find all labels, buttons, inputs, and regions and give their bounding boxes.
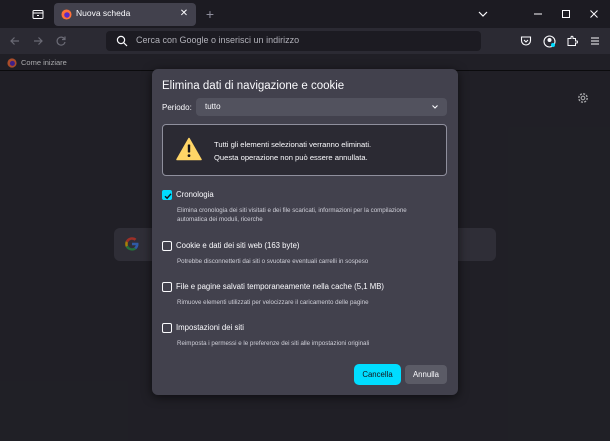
clear-button[interactable]: Cancella: [355, 365, 400, 384]
warning-message: Tutti gli elementi selezionati verranno …: [162, 124, 447, 176]
back-button[interactable]: [7, 33, 23, 49]
warning-line-1: Tutti gli elementi selezionati verranno …: [214, 140, 372, 149]
arrow-right-icon: [34, 37, 43, 45]
forward-button[interactable]: [30, 33, 46, 49]
cookies-checkbox[interactable]: [162, 241, 172, 251]
reload-icon: [56, 36, 66, 46]
history-label: Cronologia: [176, 190, 214, 199]
history-description: Elimina cronologia dei siti visitati e d…: [177, 207, 407, 223]
hamburger-menu-icon: [591, 37, 599, 45]
new-tab-button[interactable]: +: [201, 5, 219, 23]
minimize-icon: [534, 13, 542, 15]
period-select[interactable]: tutto: [196, 98, 447, 116]
cache-description: Rimuove elementi utilizzati per velocizz…: [177, 299, 369, 306]
close-icon: [590, 10, 598, 18]
reload-button[interactable]: [53, 33, 69, 49]
checkmark-icon: [164, 193, 172, 200]
close-window-button[interactable]: [584, 4, 604, 24]
maximize-button[interactable]: [556, 4, 576, 24]
firefox-view-icon: [32, 10, 44, 19]
period-value: tutto: [205, 102, 221, 111]
account-icon: [542, 34, 556, 48]
history-checkbox[interactable]: [162, 190, 172, 200]
firefox-view-button[interactable]: [28, 5, 48, 23]
arrow-left-icon: [10, 37, 19, 45]
pocket-icon: [520, 36, 532, 46]
site-settings-label: Impostazioni dei siti: [176, 323, 245, 332]
cookies-label: Cookie e dati dei siti web (163 byte): [176, 241, 300, 250]
tab-label: Nuova scheda: [76, 8, 131, 18]
pocket-button[interactable]: [518, 33, 534, 49]
url-bar[interactable]: Cerca con Google o inserisci un indirizz…: [106, 31, 481, 51]
maximize-icon: [562, 10, 570, 18]
period-label: Periodo:: [162, 103, 192, 112]
cache-checkbox[interactable]: [162, 282, 172, 292]
tab-strip: Nuova scheda ✕ +: [0, 0, 610, 28]
site-settings-description: Reimposta i permessi e le preferenze dei…: [177, 340, 370, 347]
cookies-description: Potrebbe disconnetterti dai siti o svuot…: [177, 258, 369, 265]
search-icon: [116, 35, 128, 47]
dialog-title: Elimina dati di navigazione e cookie: [162, 80, 345, 92]
extensions-button[interactable]: [564, 33, 580, 49]
minimize-button[interactable]: [528, 4, 548, 24]
chevron-down-icon: [432, 105, 438, 109]
account-button[interactable]: [541, 33, 557, 49]
tab-new-tab[interactable]: Nuova scheda ✕: [54, 3, 196, 26]
site-settings-checkbox[interactable]: [162, 323, 172, 333]
puzzle-icon: [567, 35, 578, 46]
cache-label: File e pagine salvati temporaneamente ne…: [176, 282, 385, 291]
close-icon[interactable]: ✕: [178, 8, 190, 20]
menu-button[interactable]: [587, 33, 603, 49]
clear-data-dialog: Elimina dati di navigazione e cookie Per…: [152, 69, 458, 395]
chevron-down-icon[interactable]: [475, 6, 491, 22]
firefox-logo-icon: [61, 9, 72, 20]
warning-icon: [176, 137, 202, 161]
cancel-button[interactable]: Annulla: [405, 365, 447, 384]
url-placeholder: Cerca con Google o inserisci un indirizz…: [136, 35, 300, 45]
warning-line-2: Questa operazione non può essere annulla…: [214, 153, 368, 162]
